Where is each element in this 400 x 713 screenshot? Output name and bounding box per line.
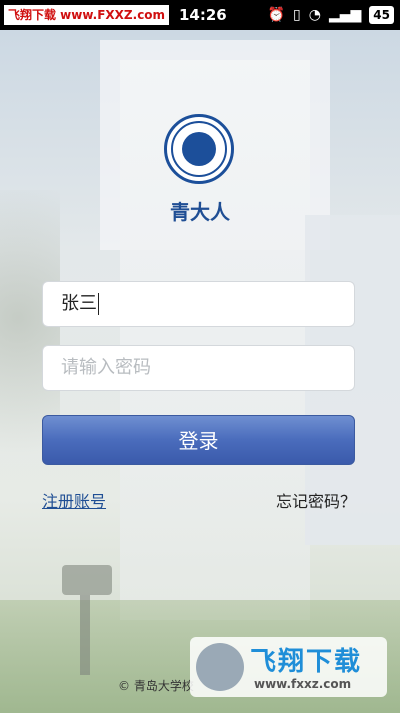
logo-center bbox=[182, 132, 216, 166]
signal-icon: ▂▄▆ bbox=[328, 7, 362, 23]
lamp-post bbox=[80, 595, 90, 675]
text-caret bbox=[98, 293, 99, 315]
lamp bbox=[62, 565, 112, 595]
vibrate-icon: ▯ bbox=[293, 7, 301, 23]
status-icons: ⏰ ▯ ◔ ▂▄▆ 45 bbox=[268, 5, 394, 25]
alarm-icon: ⏰ bbox=[267, 7, 286, 23]
watermark: 飞翔下载 www.fxxz.com bbox=[190, 637, 387, 697]
username-field[interactable]: 张三 bbox=[42, 281, 355, 327]
username-value: 张三 bbox=[61, 293, 97, 314]
watermark-logo-icon bbox=[196, 643, 244, 691]
copyright-text: © 青岛大学校 bbox=[118, 679, 194, 693]
site-banner: 飞翔下载 www.FXXZ.com bbox=[4, 5, 170, 25]
status-bar: 飞翔下载 www.FXXZ.com 14:26 ⏰ ▯ ◔ ▂▄▆ 45 bbox=[0, 0, 400, 30]
university-logo bbox=[164, 114, 234, 184]
status-time: 14:26 bbox=[179, 6, 227, 24]
register-link[interactable]: 注册账号 bbox=[42, 488, 106, 512]
watermark-url: www.fxxz.com bbox=[254, 677, 352, 691]
battery-icon: 45 bbox=[369, 6, 394, 24]
wifi-icon: ◔ bbox=[308, 7, 321, 23]
app-name: 青大人 bbox=[170, 200, 230, 224]
password-field[interactable]: 请输入密码 bbox=[42, 345, 355, 391]
watermark-text: 飞翔下载 bbox=[250, 647, 363, 677]
password-placeholder: 请输入密码 bbox=[61, 357, 151, 378]
login-button[interactable]: 登录 bbox=[42, 415, 355, 465]
forgot-password-link[interactable]: 忘记密码？ bbox=[276, 488, 356, 512]
